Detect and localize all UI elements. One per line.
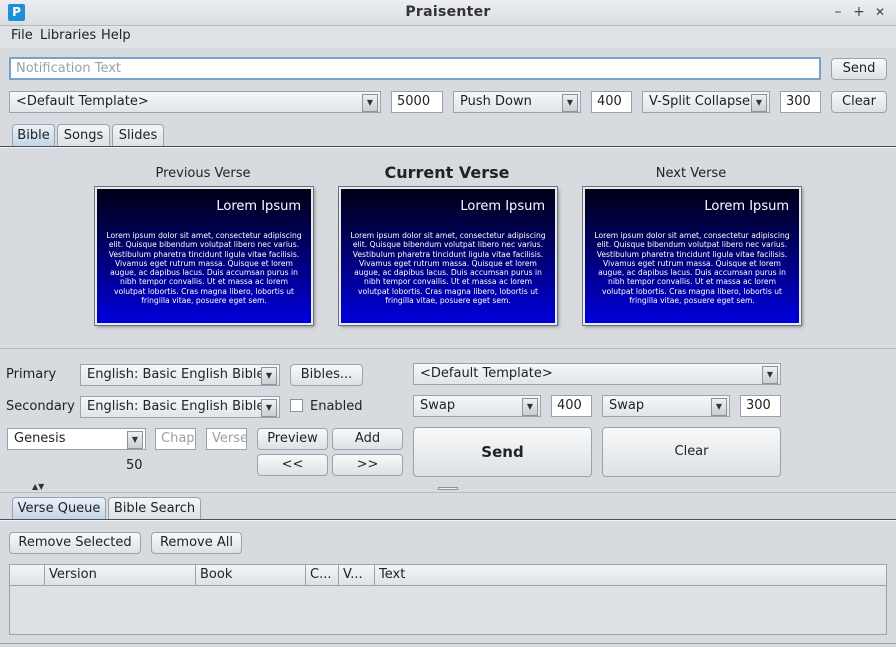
column-header-text[interactable]: Text [379, 567, 405, 582]
book-select[interactable]: Genesis ▼ [7, 428, 146, 450]
chevron-down-icon: ▼ [751, 94, 767, 112]
bible-in-transition-select[interactable]: Swap ▼ [413, 395, 541, 417]
previous-verse-preview: Lorem Ipsum Lorem ipsum dolor sit amet, … [95, 187, 313, 325]
bottom-tab-panel-border [0, 519, 896, 521]
split-collapse-icon[interactable]: ▲▼ [32, 482, 44, 491]
chevron-down-icon: ▼ [261, 367, 277, 385]
add-button[interactable]: Add [332, 428, 403, 450]
chevron-down-icon: ▼ [762, 366, 778, 384]
tab-songs[interactable]: Songs [57, 124, 110, 146]
notification-text-input[interactable]: Notification Text [9, 57, 821, 80]
secondary-label: Secondary [6, 399, 75, 414]
tab-bible[interactable]: Bible [12, 124, 55, 146]
menu-bar [0, 26, 896, 48]
bible-in-duration-input[interactable]: 400 [551, 395, 592, 417]
notification-out-duration-input[interactable]: 300 [780, 91, 821, 113]
notification-in-transition-select[interactable]: Push Down ▼ [453, 91, 581, 113]
close-icon[interactable]: ✕ [872, 4, 888, 20]
chevron-down-icon: ▼ [522, 398, 538, 416]
column-divider [338, 565, 339, 585]
column-header-verse[interactable]: V... [343, 567, 363, 582]
preview-button[interactable]: Preview [257, 428, 328, 450]
table-header: Version Book C... V... Text [10, 565, 886, 586]
next-verse-label: Next Verse [655, 166, 727, 181]
notification-out-transition-select[interactable]: V-Split Collapse ▼ [642, 91, 770, 113]
tab-panel-border [0, 146, 896, 148]
current-verse-preview: Lorem Ipsum Lorem ipsum dolor sit amet, … [339, 187, 557, 325]
next-verse-preview: Lorem Ipsum Lorem ipsum dolor sit amet, … [583, 187, 801, 325]
slide-title: Lorem Ipsum [460, 199, 545, 214]
primary-bible-value: English: Basic English Bible [87, 367, 265, 382]
remove-selected-button[interactable]: Remove Selected [9, 532, 141, 554]
notification-in-transition-value: Push Down [460, 94, 532, 109]
bible-in-transition-value: Swap [420, 398, 456, 413]
bible-template-select[interactable]: <Default Template> ▼ [413, 363, 781, 385]
enabled-label: Enabled [310, 399, 363, 414]
next-verse-button[interactable]: >> [332, 454, 403, 476]
verse-queue-table[interactable]: Version Book C... V... Text [9, 564, 887, 635]
slide-body: Lorem ipsum dolor sit amet, consectetur … [594, 231, 790, 306]
primary-bible-select[interactable]: English: Basic English Bible ▼ [80, 364, 280, 386]
column-header-select[interactable] [10, 565, 45, 585]
secondary-bible-select[interactable]: English: Basic English Bible ▼ [80, 396, 280, 418]
column-divider [305, 565, 306, 585]
slide-body: Lorem ipsum dolor sit amet, consectetur … [106, 231, 302, 306]
notification-in-duration-input[interactable]: 400 [591, 91, 632, 113]
notification-clear-button[interactable]: Clear [831, 91, 887, 113]
menu-file[interactable]: File [11, 28, 33, 43]
current-verse-label: Current Verse [384, 163, 510, 182]
split-divider[interactable] [0, 492, 896, 493]
column-header-book[interactable]: Book [200, 567, 232, 582]
divider [0, 348, 896, 349]
bible-out-duration-input[interactable]: 300 [740, 395, 781, 417]
slide-body: Lorem ipsum dolor sit amet, consectetur … [350, 231, 546, 306]
remove-all-button[interactable]: Remove All [151, 532, 242, 554]
bible-out-transition-select[interactable]: Swap ▼ [602, 395, 730, 417]
notification-template-value: <Default Template> [16, 94, 149, 109]
notification-send-button[interactable]: Send [831, 58, 887, 80]
bible-send-button[interactable]: Send [413, 427, 592, 477]
book-value: Genesis [14, 431, 66, 446]
tab-bible-search[interactable]: Bible Search [108, 497, 201, 519]
window-title: Praisenter [405, 4, 491, 20]
tab-slides[interactable]: Slides [112, 124, 164, 146]
menu-libraries[interactable]: Libraries [40, 28, 96, 43]
bibles-button[interactable]: Bibles... [290, 364, 363, 386]
notification-template-select[interactable]: <Default Template> ▼ [9, 91, 381, 113]
tab-verse-queue[interactable]: Verse Queue [12, 497, 106, 519]
minimize-icon[interactable]: – [830, 4, 846, 20]
column-header-version[interactable]: Version [49, 567, 97, 582]
enabled-checkbox[interactable] [290, 399, 303, 412]
bottom-border [0, 643, 896, 645]
slide-title: Lorem Ipsum [704, 199, 789, 214]
column-header-chapter[interactable]: C... [310, 567, 331, 582]
chapter-input[interactable]: Chapt [155, 428, 196, 450]
chapter-count: 50 [126, 458, 143, 473]
notification-duration-input[interactable]: 5000 [391, 91, 443, 113]
split-handle-icon[interactable] [438, 487, 458, 490]
bible-template-value: <Default Template> [420, 366, 553, 381]
chevron-down-icon: ▼ [127, 431, 143, 449]
secondary-bible-value: English: Basic English Bible [87, 399, 265, 414]
chevron-down-icon: ▼ [562, 94, 578, 112]
menu-help[interactable]: Help [101, 28, 131, 43]
bible-clear-button[interactable]: Clear [602, 427, 781, 477]
notification-out-transition-value: V-Split Collapse [649, 94, 751, 109]
verse-input[interactable]: Verse [206, 428, 247, 450]
previous-verse-button[interactable]: << [257, 454, 328, 476]
chevron-down-icon: ▼ [711, 398, 727, 416]
bible-out-transition-value: Swap [609, 398, 645, 413]
column-divider [374, 565, 375, 585]
chevron-down-icon: ▼ [261, 399, 277, 417]
maximize-icon[interactable]: + [851, 4, 867, 20]
column-divider [195, 565, 196, 585]
slide-title: Lorem Ipsum [216, 199, 301, 214]
chevron-down-icon: ▼ [362, 94, 378, 112]
previous-verse-label: Previous Verse [155, 166, 251, 181]
primary-label: Primary [6, 367, 57, 382]
